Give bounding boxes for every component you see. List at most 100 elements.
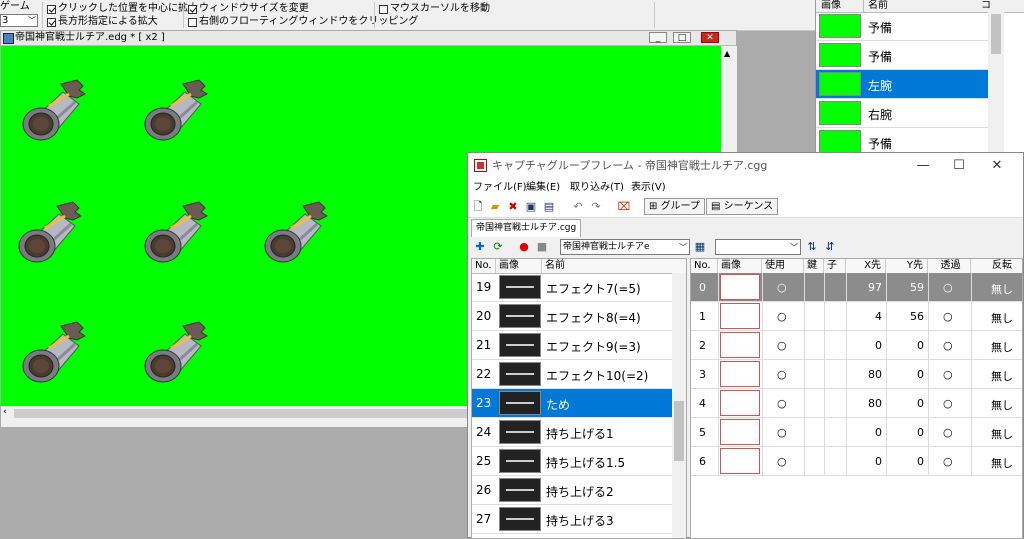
record-icon[interactable]: ● <box>517 240 531 254</box>
menu-file[interactable]: ファイル(F) <box>473 179 527 197</box>
sprite-cannon-arm[interactable] <box>19 318 99 398</box>
row-number: 3 <box>699 368 706 381</box>
sort-asc-icon[interactable]: ⇅ <box>805 240 819 254</box>
menu-import[interactable]: 取り込み(T) <box>570 179 624 197</box>
open-folder-icon[interactable]: ▰ <box>488 200 502 214</box>
stop-icon[interactable]: ■ <box>535 240 549 254</box>
source-combo[interactable]: 帝国神官戦士ルチアe ﹀ <box>560 239 690 255</box>
close-button[interactable]: ✕ <box>701 32 719 43</box>
table-row[interactable]: 22 エフェクト10(=2) <box>472 360 672 389</box>
table-row[interactable]: 25 持ち上げる1.5 <box>472 447 672 476</box>
checkbox[interactable] <box>47 17 56 27</box>
table-row[interactable]: 1 ○ 4 56 ○ 無し <box>691 302 1022 331</box>
close-button[interactable]: ✕ <box>979 153 1015 179</box>
part-list-panel: 画像 名前 コ 予備 予備 左腕 右腕 予備 <box>815 0 1024 157</box>
menu-edit[interactable]: 編集(E) <box>526 179 560 197</box>
transparent-flag: ○ <box>943 455 953 468</box>
scroll-thumb[interactable] <box>674 401 684 461</box>
filter-combo[interactable]: ﹀ <box>715 239 801 255</box>
table-row-selected[interactable]: 23 ため <box>472 389 672 418</box>
transparent-flag: ○ <box>943 339 953 352</box>
cell-divider <box>971 273 972 301</box>
checkbox[interactable] <box>47 4 56 14</box>
arrow-left-icon[interactable]: ‹ <box>3 407 7 417</box>
y-value: 59 <box>910 281 924 294</box>
table-row[interactable]: 6 ○ 0 0 ○ 無し <box>691 447 1022 476</box>
save-icon[interactable]: ▣ <box>524 200 538 214</box>
sprite-cannon-arm[interactable] <box>15 198 95 278</box>
row-number: 6 <box>699 455 706 468</box>
table-row-selected[interactable]: 0 ○ 97 59 ○ 無し <box>691 273 1022 302</box>
save-all-icon[interactable]: ▤ <box>542 200 556 214</box>
undo-icon[interactable]: ↶ <box>571 200 585 214</box>
table-row[interactable]: 24 持ち上げる1 <box>472 418 672 447</box>
frame-thumbnail <box>720 448 760 474</box>
column-y: Y先 <box>886 259 928 273</box>
sprite-cannon-arm[interactable] <box>19 76 99 156</box>
capture-source-icon[interactable]: ▦ <box>693 240 707 254</box>
capture-window-title: キャプチャグループフレーム - 帝国神官戦士ルチア.cgg <box>492 159 768 172</box>
table-row[interactable]: 2 ○ 0 0 ○ 無し <box>691 331 1022 360</box>
capture-icon[interactable]: ⌧ <box>617 200 631 214</box>
tab-cgg-file[interactable]: 帝国神官戦士ルチア.cgg <box>471 219 582 237</box>
maximize-button[interactable]: □ <box>673 32 691 43</box>
checkbox[interactable] <box>188 4 197 14</box>
cell-divider <box>762 447 763 475</box>
resize-window-option[interactable]: ウィンドウサイズを変更 <box>188 3 309 15</box>
use-flag: ○ <box>777 368 787 381</box>
table-row[interactable]: 19 エフェクト7(=5) <box>472 273 672 302</box>
column-x: X先 <box>846 259 886 273</box>
table-row[interactable]: 4 ○ 80 0 ○ 無し <box>691 389 1022 418</box>
table-row[interactable]: 27 持ち上げる3 <box>472 505 672 534</box>
cell-divider <box>971 331 972 359</box>
part-thumbnail <box>819 43 861 67</box>
group-thumbnail <box>499 391 541 415</box>
sequence-button[interactable]: ▤ シーケンス <box>706 198 779 215</box>
frame-thumbnail <box>720 274 760 300</box>
sprite-cannon-arm[interactable] <box>141 76 221 156</box>
arrow-up-icon[interactable]: ▲ <box>724 49 730 58</box>
cell-divider <box>804 389 805 417</box>
checkbox[interactable] <box>379 4 388 14</box>
refresh-icon[interactable]: ⟳ <box>491 240 505 254</box>
checkbox[interactable] <box>188 17 197 27</box>
sort-desc-icon[interactable]: ⇵ <box>823 240 837 254</box>
minimize-button[interactable]: _ <box>649 32 667 43</box>
new-file-icon[interactable]: 🗋 <box>471 200 485 214</box>
table-row[interactable]: 5 ○ 0 0 ○ 無し <box>691 418 1022 447</box>
cell-divider <box>824 447 825 475</box>
list-item[interactable]: 予備 <box>816 41 988 70</box>
minimize-button[interactable]: — <box>905 153 941 179</box>
sprite-cannon-arm[interactable] <box>141 318 221 398</box>
cell-divider <box>824 273 825 301</box>
sprite-cannon-arm[interactable] <box>141 198 221 278</box>
table-header: No. 画像 使用 鍵 子 X先 Y先 透過 反転 <box>691 259 1022 274</box>
list-item[interactable]: 予備 <box>816 12 988 41</box>
group-thumbnail <box>499 333 541 357</box>
cell-divider <box>971 360 972 388</box>
table-row[interactable]: 20 エフェクト8(=4) <box>472 302 672 331</box>
table-row[interactable]: 21 エフェクト9(=3) <box>472 331 672 360</box>
capture-group-window: キャプチャグループフレーム - 帝国神官戦士ルチア.cgg — ☐ ✕ ファイル… <box>467 152 1024 539</box>
sprite-cannon-arm[interactable] <box>261 198 341 278</box>
scroll-thumb[interactable] <box>991 14 1001 54</box>
redo-icon[interactable]: ↷ <box>589 200 603 214</box>
list-item[interactable]: 右腕 <box>816 99 988 128</box>
maximize-button[interactable]: ☐ <box>941 153 977 179</box>
zoom-select[interactable]: 3 ﹀ <box>0 14 38 27</box>
zoom-click-center-option[interactable]: クリックした位置を中心に拡大 <box>47 3 198 15</box>
table-row[interactable]: 26 持ち上げる2 <box>472 476 672 505</box>
menu-view[interactable]: 表示(V) <box>631 179 666 197</box>
vertical-scrollbar[interactable] <box>672 273 686 538</box>
add-icon[interactable]: ✚ <box>473 240 487 254</box>
cell-divider <box>971 389 972 417</box>
clip-floating-option[interactable]: 右側のフローティングウィンドウをクリッピング <box>188 16 418 28</box>
table-row[interactable]: 3 ○ 80 0 ○ 無し <box>691 360 1022 389</box>
group-button[interactable]: ⊞ グループ <box>644 198 705 215</box>
move-cursor-option[interactable]: マウスカーソルを移動 <box>379 3 490 15</box>
close-file-icon[interactable]: ✖ <box>506 200 520 214</box>
zoom-rect-option[interactable]: 長方形指定による拡大 <box>47 16 158 28</box>
vertical-scrollbar[interactable] <box>988 12 1004 152</box>
cell-divider <box>928 360 929 388</box>
list-item-selected[interactable]: 左腕 <box>816 70 988 99</box>
